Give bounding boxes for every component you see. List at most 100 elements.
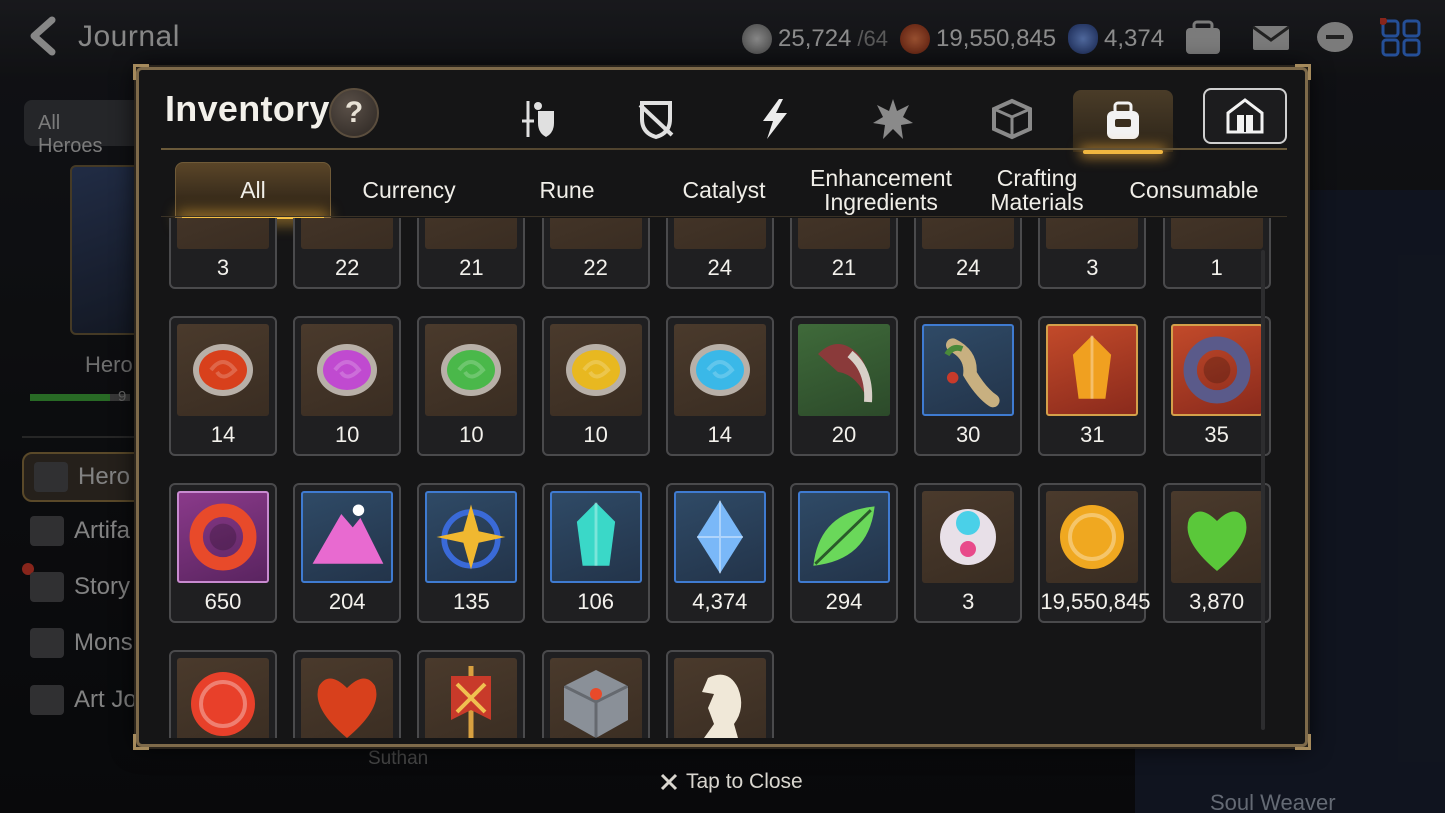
item-art (673, 324, 766, 416)
item-count: 22 (334, 255, 360, 280)
item-count: 30 (955, 422, 981, 447)
pet-collar-icon (189, 503, 257, 571)
grid-scrollbar[interactable] (1261, 250, 1265, 730)
amulet-ring-icon (1183, 336, 1251, 404)
frame-corner (1295, 64, 1311, 80)
sub-tab-divider (161, 216, 1287, 217)
item-count: 3 (962, 589, 975, 614)
inventory-slot[interactable]: 3 (1038, 218, 1147, 289)
inventory-slot[interactable]: 24 (914, 218, 1023, 289)
tab-rune[interactable]: Rune (489, 162, 645, 218)
green-heart-icon (1187, 511, 1247, 571)
inventory-slot[interactable]: 650 (169, 483, 277, 623)
item-count: 1 (1210, 255, 1223, 280)
herb-root-icon (944, 338, 1000, 408)
misc-tab[interactable] (962, 90, 1062, 148)
inventory-slot[interactable]: 24 (665, 218, 774, 289)
item-count: 21 (831, 255, 857, 280)
skill-tab[interactable] (725, 90, 825, 148)
inventory-slot[interactable]: 25,724 (665, 650, 774, 738)
item-art (673, 491, 766, 583)
inventory-slot[interactable]: 204 (293, 483, 402, 623)
earth-rune-icon (441, 344, 502, 396)
item-art (1170, 491, 1263, 583)
item-art (1170, 218, 1263, 249)
tab-crafting-materials[interactable]: Crafting Materials (959, 162, 1115, 218)
item-count: 106 (577, 589, 614, 614)
help-button[interactable]: ? (329, 88, 379, 138)
item-art (922, 218, 1015, 249)
item-art (301, 658, 394, 738)
item-count: 135 (453, 589, 490, 614)
stone-cube-icon (562, 670, 629, 738)
inventory-slot[interactable]: 14 (665, 316, 774, 456)
item-art (922, 324, 1015, 416)
item-count: 650 (204, 589, 242, 614)
item-art (425, 491, 518, 583)
tab-enhancement-ingredients[interactable]: Enhancement Ingredients (803, 162, 959, 218)
close-label: Tap to Close (686, 770, 803, 793)
artifact-tab[interactable] (606, 90, 706, 148)
items-tab[interactable] (1073, 90, 1173, 154)
inventory-slot[interactable]: 10 (417, 316, 526, 456)
item-art (1046, 218, 1139, 249)
inventory-slot[interactable]: 35 (1162, 316, 1271, 456)
equipment-tab[interactable] (488, 90, 588, 148)
inventory-slot[interactable]: 22 (541, 218, 650, 289)
star-pendant-icon (436, 504, 506, 570)
item-art (673, 218, 766, 249)
inventory-slot[interactable]: 14 (169, 316, 277, 456)
war-banner-icon (451, 666, 492, 738)
item-art (301, 218, 394, 249)
storage-button[interactable] (1203, 88, 1287, 144)
inventory-slot[interactable]: 19,550,845 (1038, 483, 1151, 623)
tab-all[interactable]: All (175, 162, 331, 219)
inventory-slot[interactable]: 21 (417, 218, 526, 289)
inventory-slot[interactable]: 5 (417, 650, 526, 738)
tab-consumable[interactable]: Consumable (1116, 162, 1272, 218)
inventory-slot[interactable]: 294 (790, 483, 898, 623)
inventory-slot[interactable]: 1 (1162, 218, 1271, 289)
inventory-slot[interactable]: 106 (541, 483, 650, 623)
item-art (1046, 324, 1139, 416)
item-art (425, 218, 518, 249)
item-art (549, 218, 642, 249)
item-art (549, 324, 642, 416)
item-count: 35 (1204, 422, 1229, 447)
inventory-slot[interactable]: 3 (914, 483, 1023, 623)
inventory-slot[interactable]: 31 (1038, 316, 1147, 456)
item-count: 31 (1080, 422, 1105, 447)
item-art (922, 491, 1015, 583)
inventory-slot[interactable]: 4,374 (665, 483, 774, 623)
inventory-slot[interactable]: 10 (541, 650, 650, 738)
close-icon (660, 773, 678, 791)
item-count: 10 (334, 422, 360, 447)
inventory-slot[interactable]: 3 (169, 650, 277, 738)
inventory-slot[interactable]: 3,870 (1162, 483, 1271, 623)
sub-tab-bar: All Currency Rune Catalyst Enhancement I… (175, 162, 1285, 219)
inventory-slot[interactable]: 20 (790, 316, 898, 456)
tap-to-close-button[interactable]: Tap to Close (660, 770, 803, 794)
seal-badge-icon (191, 672, 255, 736)
item-count: 294 (825, 589, 863, 614)
inventory-slot[interactable]: 10 (541, 316, 650, 456)
item-grid[interactable]: 3 22 21 22 24 21 24 3 1 14 10 10 10 14 20 30 31 35 650 204 1… (161, 218, 1271, 738)
exclusive-tab[interactable] (843, 90, 943, 148)
item-count: 3 (1086, 255, 1099, 280)
inventory-slot[interactable]: 22 (293, 218, 402, 289)
inventory-modal: Inventory ? All Currency Rune Catalyst E… (133, 64, 1311, 750)
item-count: 21 (459, 255, 484, 280)
item-count: 204 (328, 589, 366, 614)
crossed-shield-icon (638, 101, 674, 140)
tab-currency[interactable]: Currency (331, 162, 487, 218)
item-art (798, 491, 890, 583)
inventory-slot[interactable]: 135 (417, 483, 526, 623)
inventory-slot[interactable]: 30 (914, 316, 1023, 456)
inventory-slot[interactable]: 10 (293, 316, 402, 456)
inventory-slot[interactable]: 21 (790, 218, 898, 289)
inventory-slot[interactable]: 11 (293, 650, 402, 738)
inventory-slot[interactable]: 3 (169, 218, 277, 289)
sword-shield-icon (522, 101, 554, 137)
tab-catalyst[interactable]: Catalyst (646, 162, 802, 218)
item-art (425, 324, 518, 416)
